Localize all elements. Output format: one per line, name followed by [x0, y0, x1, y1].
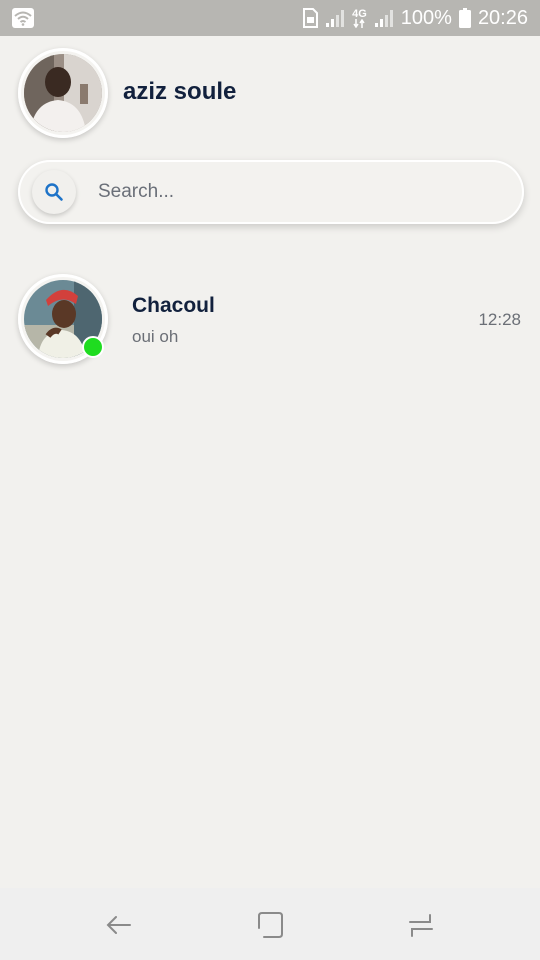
user-avatar-photo — [24, 54, 102, 132]
signal-icon — [374, 8, 394, 28]
chat-list-item[interactable]: Chacoul oui oh 12:28 — [0, 270, 540, 368]
battery-icon — [458, 8, 471, 28]
wifi-icon — [12, 8, 34, 28]
sim-icon — [302, 8, 319, 28]
home-icon[interactable] — [255, 910, 285, 940]
recent-apps-icon[interactable] — [406, 910, 436, 940]
status-bar: 4G 100% 20:26 — [0, 0, 540, 36]
search-icon[interactable] — [32, 170, 76, 214]
clock: 20:26 — [477, 6, 528, 29]
profile-name: aziz soule — [123, 78, 237, 105]
chat-contact-name: Chacoul — [132, 294, 215, 317]
signal-icon — [325, 8, 345, 28]
network-4g-icon: 4G — [352, 8, 367, 28]
back-icon[interactable] — [104, 910, 134, 940]
online-indicator — [82, 336, 104, 358]
chat-last-message: oui oh — [132, 327, 179, 346]
chat-timestamp: 12:28 — [478, 310, 521, 329]
battery-percent: 100% — [400, 6, 452, 29]
profile-avatar[interactable] — [18, 48, 108, 138]
search-bar[interactable] — [18, 160, 524, 224]
navigation-bar — [0, 888, 540, 960]
search-input[interactable] — [98, 174, 498, 210]
